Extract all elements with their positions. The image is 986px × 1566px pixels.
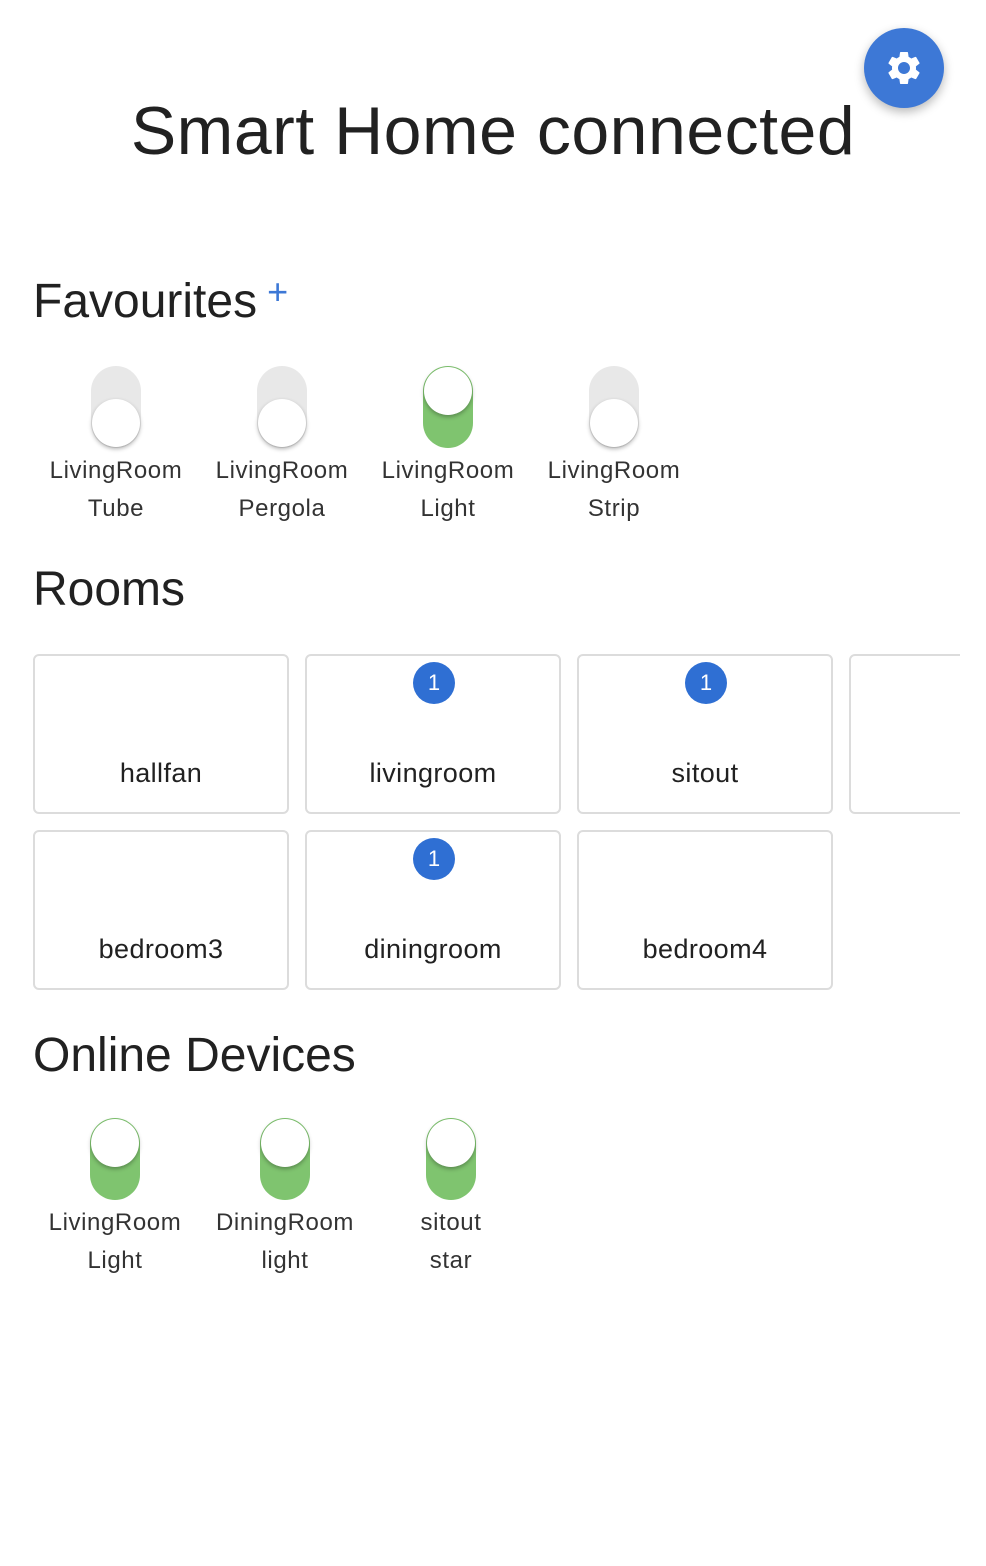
device-name-line1: LivingRoom xyxy=(381,457,515,484)
online-device-toggle[interactable] xyxy=(90,1118,140,1200)
online-device-item: DiningRoom light xyxy=(197,1118,373,1280)
device-name-line2: Light xyxy=(87,1247,143,1274)
online-devices-title: Online Devices xyxy=(33,1029,356,1082)
favourite-toggle[interactable] xyxy=(589,366,639,448)
rooms-grid: hallfan 1 livingroom 1 sitout ba bedroom… xyxy=(33,654,960,994)
toggle-knob xyxy=(424,367,472,415)
rooms-title: Rooms xyxy=(33,563,186,616)
page-title: Smart Home connected xyxy=(130,93,856,169)
favourites-list: LivingRoom Tube LivingRoom Pergola Livin… xyxy=(33,366,697,528)
favourite-toggle[interactable] xyxy=(423,366,473,448)
device-name-line2: Pergola xyxy=(238,495,326,522)
device-count-badge: 1 xyxy=(685,662,727,704)
room-name: hallfan xyxy=(119,758,203,788)
online-device-toggle[interactable] xyxy=(260,1118,310,1200)
room-name: bedroom3 xyxy=(98,934,224,964)
device-name-line2: Strip xyxy=(587,495,641,522)
online-device-label: DiningRoom light xyxy=(216,1204,354,1280)
device-name-line1: LivingRoom xyxy=(48,1209,182,1236)
favourite-item: LivingRoom Strip xyxy=(531,366,697,528)
device-name-line2: light xyxy=(261,1247,309,1274)
toggle-knob xyxy=(590,399,638,447)
device-name-line1: LivingRoom xyxy=(547,457,681,484)
favourites-title: Favourites xyxy=(33,275,258,328)
app-screen: Smart Home connected Favourites + Living… xyxy=(0,0,986,1566)
favourite-label: LivingRoom Strip xyxy=(548,452,681,528)
favourite-label: LivingRoom Light xyxy=(382,452,515,528)
online-device-label: sitout star xyxy=(421,1204,482,1280)
device-count-badge: 1 xyxy=(413,838,455,880)
room-card-bedroom4[interactable]: bedroom4 xyxy=(577,830,833,990)
room-name: ba xyxy=(851,758,960,789)
device-count-badge: 1 xyxy=(413,662,455,704)
room-card-diningroom[interactable]: 1 diningroom xyxy=(305,830,561,990)
online-devices-list: LivingRoom Light DiningRoom light sitout… xyxy=(33,1118,529,1280)
toggle-knob xyxy=(92,399,140,447)
online-device-toggle[interactable] xyxy=(426,1118,476,1200)
online-device-item: LivingRoom Light xyxy=(33,1118,197,1280)
toggle-knob xyxy=(91,1119,139,1167)
add-favourite-button[interactable]: + xyxy=(267,274,288,310)
online-device-item: sitout star xyxy=(373,1118,529,1280)
favourite-toggle[interactable] xyxy=(257,366,307,448)
toggle-knob xyxy=(258,399,306,447)
device-name-line1: LivingRoom xyxy=(49,457,183,484)
favourite-item: LivingRoom Tube xyxy=(33,366,199,528)
device-name-line2: Light xyxy=(420,495,476,522)
room-name: livingroom xyxy=(369,758,497,788)
toggle-knob xyxy=(427,1119,475,1167)
favourite-label: LivingRoom Pergola xyxy=(216,452,349,528)
favourites-header: Favourites + xyxy=(33,274,288,329)
favourite-toggle[interactable] xyxy=(91,366,141,448)
room-name: sitout xyxy=(671,758,739,788)
favourite-item: LivingRoom Pergola xyxy=(199,366,365,528)
room-card-bedroom3[interactable]: bedroom3 xyxy=(33,830,289,990)
room-card-hallfan[interactable]: hallfan xyxy=(33,654,289,814)
device-name-line1: DiningRoom xyxy=(215,1209,355,1236)
favourite-item: LivingRoom Light xyxy=(365,366,531,528)
room-card-livingroom[interactable]: 1 livingroom xyxy=(305,654,561,814)
device-name-line1: sitout xyxy=(420,1209,482,1236)
gear-icon xyxy=(888,51,920,84)
room-card-sitout[interactable]: 1 sitout xyxy=(577,654,833,814)
toggle-knob xyxy=(261,1119,309,1167)
device-name-line2: Tube xyxy=(87,495,145,522)
device-name-line2: star xyxy=(429,1247,473,1274)
online-device-label: LivingRoom Light xyxy=(49,1204,182,1280)
room-name: diningroom xyxy=(364,934,502,964)
device-name-line1: LivingRoom xyxy=(215,457,349,484)
room-name: bedroom4 xyxy=(642,934,768,964)
favourite-label: LivingRoom Tube xyxy=(50,452,183,528)
room-card-partial[interactable]: ba xyxy=(849,654,960,814)
